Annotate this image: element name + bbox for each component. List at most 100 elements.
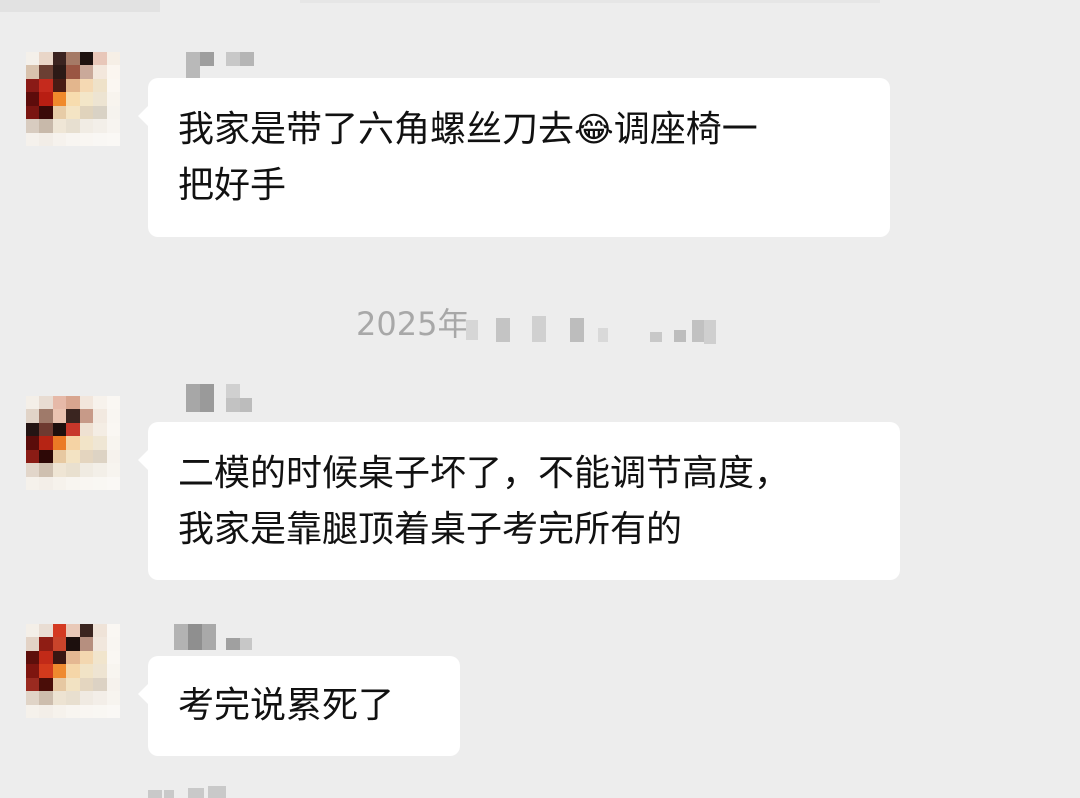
avatar-pixel (79, 624, 94, 638)
avatar-pixel (66, 637, 80, 651)
blur-block (240, 638, 252, 650)
avatar-pixel (106, 704, 120, 718)
avatar-pixel (52, 704, 67, 718)
avatar-pixel (79, 132, 94, 146)
avatar-pixel (66, 422, 80, 437)
avatar-pixel (106, 449, 120, 464)
top-edge (0, 0, 1080, 14)
avatar-pixel (79, 52, 94, 66)
avatar-pixel (79, 704, 94, 718)
message-text: 二模的时候桌子坏了，不能调节高度， (178, 453, 791, 494)
avatar[interactable] (26, 396, 120, 490)
avatar-pixel (66, 396, 80, 410)
avatar-pixel (106, 677, 120, 692)
avatar-pixel (26, 396, 40, 410)
avatar-pixel (66, 476, 80, 490)
avatar-pixel (106, 105, 120, 120)
blur-block (188, 624, 202, 650)
avatar-pixel (39, 691, 53, 705)
blur-block (240, 398, 252, 412)
avatar-pixel (52, 664, 67, 678)
avatar-pixel (106, 78, 120, 93)
avatar-pixel (52, 463, 67, 477)
avatar-pixel (66, 704, 80, 718)
blur-block (598, 328, 608, 342)
avatar-pixel (93, 132, 107, 146)
avatar-pixel (52, 476, 67, 490)
avatar-pixel (39, 65, 53, 79)
avatar-pixel (106, 132, 120, 146)
avatar-pixel (66, 65, 80, 79)
avatar-pixel (79, 409, 94, 423)
avatar-pixel (106, 396, 120, 410)
message-text: 把好手 (178, 165, 287, 206)
avatar-pixel (26, 409, 40, 423)
avatar-pixel (93, 463, 107, 477)
avatar-pixel (106, 476, 120, 490)
bottom-hint-blurred (148, 786, 248, 798)
avatar-pixel (39, 476, 53, 490)
blur-block (208, 786, 226, 798)
avatar-pixel (52, 132, 67, 146)
avatar-pixel (39, 436, 53, 450)
blur-block (202, 624, 216, 650)
avatar-pixel (106, 463, 120, 477)
avatar-pixel (39, 637, 53, 651)
avatar-pixel (93, 691, 107, 705)
avatar-pixel (26, 691, 40, 705)
avatar-pixel (52, 52, 67, 66)
avatar-pixel (93, 105, 107, 120)
avatar-pixel (26, 436, 40, 450)
avatar-pixel (93, 52, 107, 66)
avatar-pixel (93, 119, 107, 133)
avatar-pixel (26, 132, 40, 146)
avatar-pixel (52, 409, 67, 423)
blur-block (200, 52, 214, 66)
avatar-pixel (52, 637, 67, 651)
avatar-pixel (106, 650, 120, 665)
message-text: 我家是带了六角螺丝刀去 (178, 109, 575, 150)
avatar-pixel (26, 449, 40, 464)
avatar-pixel (106, 92, 120, 106)
sender-name-blurred (174, 624, 258, 652)
avatar-pixel (93, 704, 107, 718)
avatar-pixel (26, 78, 40, 93)
avatar-pixel (106, 691, 120, 705)
avatar-pixel (93, 449, 107, 464)
avatar-pixel (106, 52, 120, 66)
avatar-pixel (93, 436, 107, 450)
avatar[interactable] (26, 624, 120, 718)
avatar-pixel (39, 704, 53, 718)
avatar-pixel (106, 637, 120, 651)
avatar-pixel (66, 650, 80, 665)
avatar-pixel (52, 396, 67, 410)
avatar-pixel (79, 92, 94, 106)
avatar-pixel (39, 677, 53, 692)
blur-block (188, 788, 204, 798)
avatar-pixel (79, 78, 94, 93)
avatar-pixel (52, 65, 67, 79)
avatar-pixel (93, 409, 107, 423)
avatar-pixel (39, 105, 53, 120)
avatar-pixel (26, 119, 40, 133)
avatar-pixel (52, 436, 67, 450)
blur-block (226, 398, 240, 412)
avatar-pixel (79, 691, 94, 705)
avatar-pixel (39, 409, 53, 423)
message-bubble[interactable]: 二模的时候桌子坏了，不能调节高度， 我家是靠腿顶着桌子考完所有的 (138, 422, 900, 580)
avatar-pixel (66, 664, 80, 678)
avatar-pixel (26, 52, 40, 66)
avatar-pixel (26, 637, 40, 651)
avatar-pixel (106, 409, 120, 423)
avatar-pixel (52, 119, 67, 133)
avatar-pixel (79, 637, 94, 651)
blur-block (532, 316, 546, 342)
message-bubble[interactable]: 考完说累死了 (138, 656, 460, 756)
message-bubble[interactable]: 我家是带了六角螺丝刀去😂调座椅一 把好手 (138, 78, 890, 237)
blur-block (674, 330, 686, 342)
avatar-pixel (39, 463, 53, 477)
avatar-pixel (79, 65, 94, 79)
avatar-pixel (52, 677, 67, 692)
top-edge-segment (0, 0, 160, 12)
avatar[interactable] (26, 52, 120, 146)
